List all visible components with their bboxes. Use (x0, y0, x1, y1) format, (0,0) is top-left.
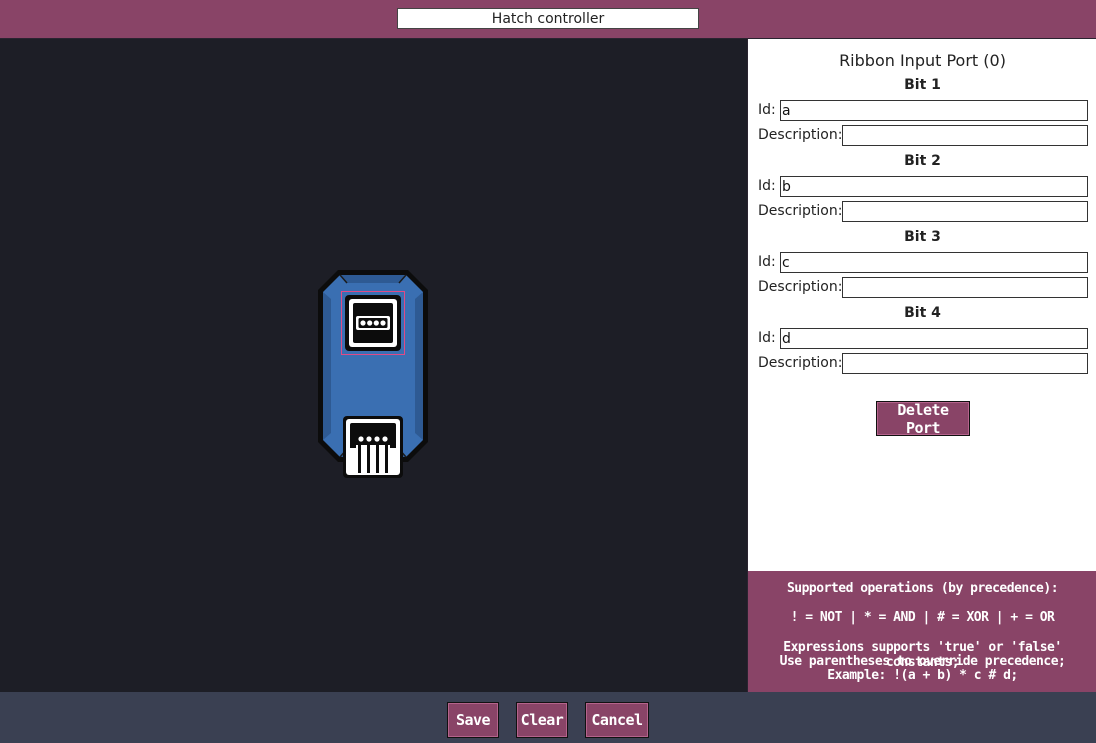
save-button[interactable]: Save (447, 702, 499, 738)
bit-id-row: Id: (758, 328, 1089, 350)
id-label: Id: (758, 254, 776, 270)
help-operators: ! = NOT | * = AND | # = XOR | + = OR (790, 610, 1055, 625)
bit-description-row: Description: (758, 125, 1089, 147)
device-canvas[interactable] (0, 39, 747, 692)
help-parentheses: Use parentheses to override precedence; (779, 654, 1066, 669)
bit-description-row: Description: (758, 277, 1089, 299)
bit-description-row: Description: (758, 201, 1089, 223)
bit-3-description-input[interactable] (842, 277, 1088, 298)
bit-1-description-input[interactable] (842, 125, 1088, 146)
bit-4-description-input[interactable] (842, 353, 1088, 374)
cancel-button[interactable]: Cancel (585, 702, 649, 738)
panel-title: Ribbon Input Port (0) (839, 51, 1006, 70)
bit-description-row: Description: (758, 353, 1089, 375)
id-label: Id: (758, 102, 776, 118)
port-properties-panel: Ribbon Input Port (0) Bit 1 Id: Descript… (747, 39, 1096, 571)
bit-4-id-input[interactable] (780, 328, 1088, 349)
bit-id-row: Id: (758, 176, 1089, 198)
ribbon-output-port-icon[interactable] (341, 414, 405, 478)
ribbon-input-port-icon (345, 295, 401, 351)
bit-heading: Bit 2 (904, 153, 941, 169)
top-bar (0, 0, 1096, 39)
description-label: Description: (758, 279, 843, 295)
bit-2-id-input[interactable] (780, 176, 1088, 197)
bit-3-id-input[interactable] (780, 252, 1088, 273)
ribbon-input-port[interactable] (341, 291, 405, 355)
id-label: Id: (758, 178, 776, 194)
bit-2-description-input[interactable] (842, 201, 1088, 222)
clear-button[interactable]: Clear (516, 702, 568, 738)
bit-group-4: Bit 4 Id: Description: (748, 305, 1096, 381)
bit-heading: Bit 1 (904, 77, 941, 93)
bit-heading: Bit 3 (904, 229, 941, 245)
delete-port-button[interactable]: Delete Port (876, 401, 970, 437)
bit-id-row: Id: (758, 100, 1089, 122)
description-label: Description: (758, 355, 843, 371)
bottom-bar: Save Clear Cancel (0, 692, 1096, 743)
operations-help: Supported operations (by precedence): ! … (747, 571, 1096, 692)
bit-group-3: Bit 3 Id: Description: (748, 229, 1096, 305)
description-label: Description: (758, 127, 843, 143)
bit-id-row: Id: (758, 252, 1089, 274)
bit-group-2: Bit 2 Id: Description: (748, 153, 1096, 229)
id-label: Id: (758, 330, 776, 346)
device-name-input[interactable] (397, 8, 699, 29)
bit-group-1: Bit 1 Id: Description: (748, 77, 1096, 153)
bit-heading: Bit 4 (904, 305, 941, 321)
help-example: Example: !(a + b) * c # d; (827, 668, 1018, 683)
bit-1-id-input[interactable] (780, 100, 1088, 121)
help-heading: Supported operations (by precedence): (786, 581, 1059, 596)
circuit-device-icon[interactable] (316, 268, 430, 478)
description-label: Description: (758, 203, 843, 219)
